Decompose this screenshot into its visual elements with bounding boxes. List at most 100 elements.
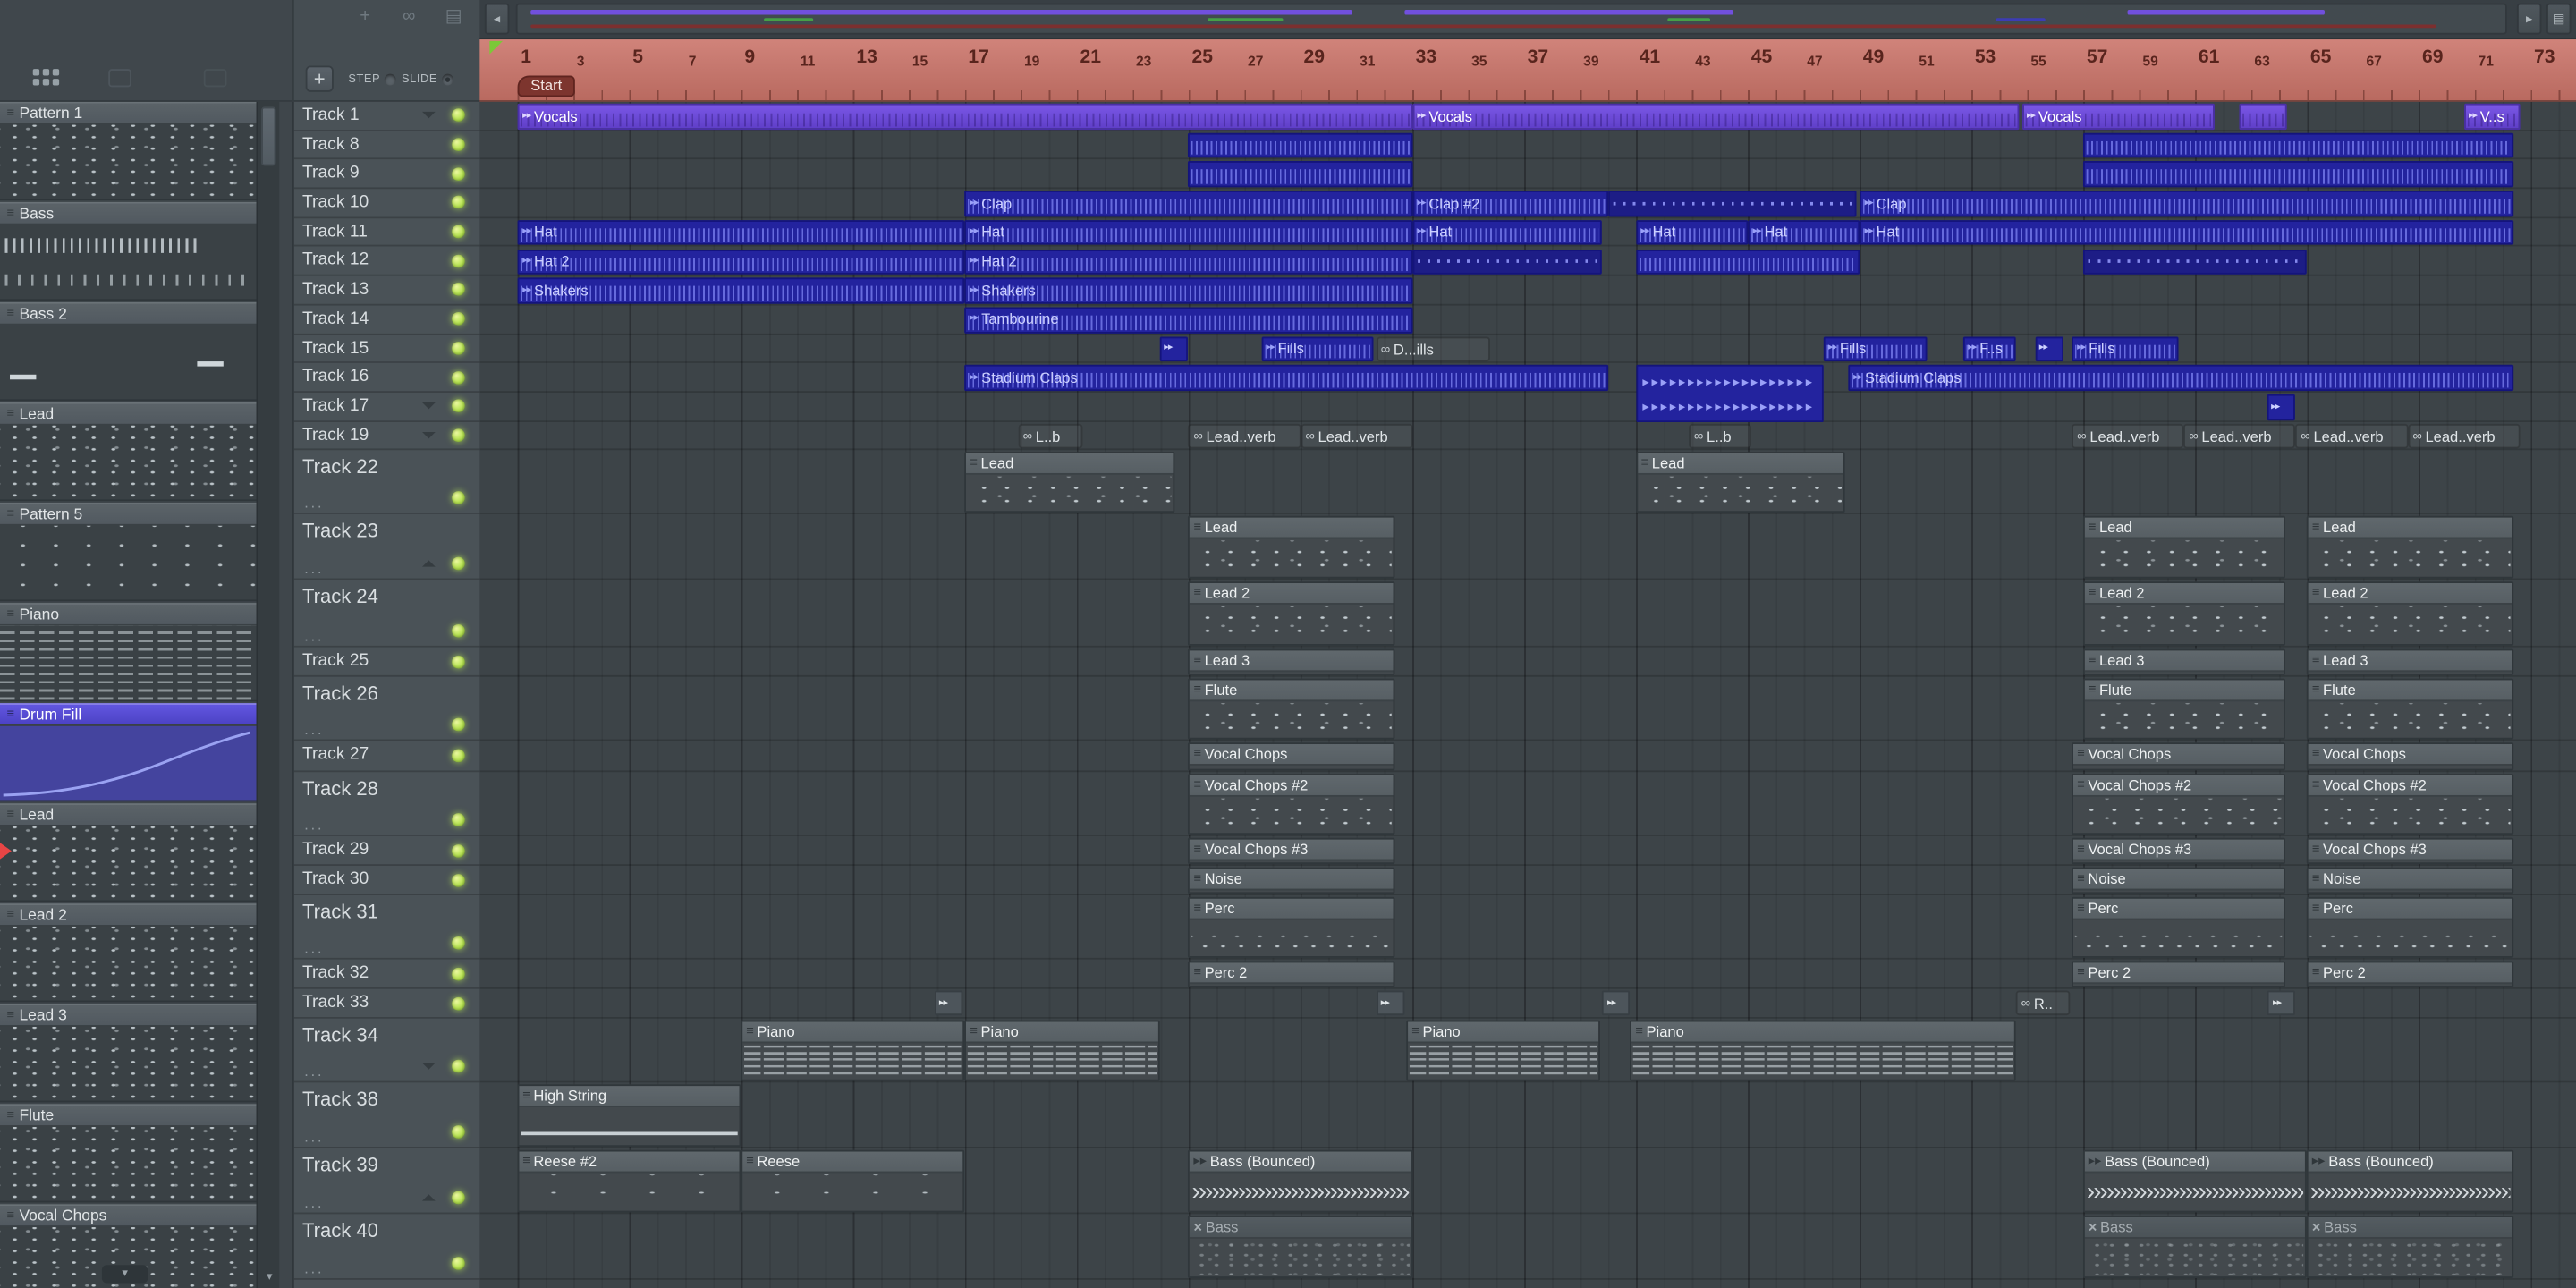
clip-bass[interactable]: × Bass	[1188, 1216, 1412, 1279]
clip-l-b[interactable]: ∞ L..b	[1018, 423, 1083, 448]
clip-flute[interactable]: ≡ Flute	[2307, 679, 2514, 741]
clip-fills[interactable]: ▸▸ Fills	[1261, 335, 1374, 362]
scroll-right-button[interactable]: ▸	[2516, 3, 2542, 35]
clip-bass-bounced[interactable]: ▸▸ Bass (Bounced) ››››››››››››››››››››››››…	[1188, 1150, 1412, 1214]
track-header[interactable]: Track 1	[293, 102, 480, 131]
clip-stadium-claps[interactable]: ▸▸ Stadium Claps	[964, 365, 1608, 392]
pattern-item[interactable]: ≡ Pattern 5	[0, 503, 257, 603]
clip-vocals[interactable]: ▸▸ Vocals	[1411, 103, 2020, 130]
clip-perc-2[interactable]: ≡ Perc 2	[1188, 962, 1396, 988]
track-led[interactable]	[452, 750, 465, 763]
clip-arr2[interactable]: ▸▸▸▸▸▸▸▸▸▸▸▸▸▸▸▸▸▸▸▸▸▸▸▸▸▸▸▸▸▸▸▸▸▸▸▸▸▸▸▸	[1636, 365, 1824, 423]
pattern-item[interactable]: ≡ Bass	[0, 201, 257, 302]
clip-noise[interactable]: ≡ Noise	[2072, 868, 2285, 894]
clip-lead[interactable]: ≡ Lead	[2083, 516, 2285, 580]
grid-tool-icon[interactable]: ▤	[445, 7, 462, 26]
clip-blue[interactable]	[1188, 132, 1412, 159]
track-header[interactable]: Track 38 ···	[293, 1083, 480, 1149]
clip-hat[interactable]: ▸▸ Hat	[964, 219, 1412, 246]
track-header[interactable]: Track 17	[293, 393, 480, 422]
track-header[interactable]: Track 29	[293, 836, 480, 867]
track-header[interactable]: Track 31 ···	[293, 895, 480, 961]
clip-bluedim[interactable]	[2083, 249, 2308, 275]
track-arrow-icon[interactable]	[422, 560, 436, 568]
add-pattern-button[interactable]: +	[305, 65, 334, 92]
clip-vocal-chops[interactable]: ≡ Vocal Chops	[2307, 742, 2514, 772]
clip-marker[interactable]: ▸▸	[2267, 991, 2296, 1016]
clip-bass[interactable]: × Bass	[2307, 1216, 2514, 1279]
track-header[interactable]: Track 24 ···	[293, 580, 480, 648]
track-header[interactable]: Track 25	[293, 648, 480, 678]
clip-stadium-claps[interactable]: ▸▸ Stadium Claps	[1848, 365, 2514, 392]
pattern-item[interactable]: ≡ Pattern 1	[0, 101, 257, 202]
track-led[interactable]	[452, 196, 465, 210]
clip-shakers[interactable]: ▸▸ Shakers	[517, 277, 965, 304]
track-led[interactable]	[452, 624, 465, 639]
track-header[interactable]: Track 13	[293, 276, 480, 306]
playlist-grid[interactable]: ▸▸ Vocals ▸▸ Vocals ▸▸ Vocals ▸▸ V..s ▸▸ Clap ▸▸ Cl…	[479, 101, 2576, 1288]
clip-perc-2[interactable]: ≡ Perc 2	[2072, 962, 2285, 988]
clip-perc-2[interactable]: ≡ Perc 2	[2307, 962, 2514, 988]
clip-hat[interactable]: ▸▸ Hat	[1748, 219, 1860, 246]
clip-blue[interactable]	[2083, 161, 2514, 188]
track-arrow-icon[interactable]	[422, 431, 436, 439]
track-led[interactable]	[452, 1257, 465, 1271]
track-led[interactable]	[452, 843, 465, 858]
clip-marker[interactable]: ▸▸	[1602, 991, 1631, 1016]
track-led[interactable]	[452, 491, 465, 505]
track-led[interactable]	[452, 428, 465, 442]
pattern-item[interactable]: ≡ Lead 2	[0, 903, 257, 1004]
clip-fills[interactable]: ▸▸ Fills	[2072, 335, 2179, 362]
pattern-item[interactable]: ≡ Lead	[0, 402, 257, 503]
clip-hat[interactable]: ▸▸ Hat	[1411, 219, 1603, 246]
clip-lead-verb[interactable]: ∞ Lead..verb	[1188, 423, 1301, 448]
clip-v-s[interactable]: ▸▸ V..s	[2463, 103, 2520, 130]
pattern-grid-icon[interactable]	[32, 69, 40, 76]
clip-vocal-chops-2[interactable]: ≡ Vocal Chops #2	[1188, 774, 1396, 835]
clip-bass-bounced[interactable]: ▸▸ Bass (Bounced) ››››››››››››››››››››››››…	[2083, 1150, 2308, 1214]
clip-clap[interactable]: ▸▸ Clap	[964, 191, 1412, 217]
track-header[interactable]: Track 28 ···	[293, 773, 480, 837]
clip-reese-2[interactable]: ≡ Reese #2	[517, 1150, 741, 1214]
clip-lead-3[interactable]: ≡ Lead 3	[2083, 649, 2285, 676]
clip-d-ills[interactable]: ∞ D...ills	[1376, 335, 1491, 361]
clip-marker[interactable]: ▸▸	[934, 991, 962, 1016]
track-header[interactable]: Track 16	[293, 363, 480, 393]
track-header[interactable]: Track 11	[293, 218, 480, 248]
track-led[interactable]	[452, 1191, 465, 1205]
clip-clap[interactable]: ▸▸ Clap	[1860, 191, 2514, 217]
clip-bass-bounced[interactable]: ▸▸ Bass (Bounced) ››››››››››››››››››››››››…	[2307, 1150, 2514, 1214]
pattern-item[interactable]: ≡ Piano	[0, 603, 257, 703]
clip-blue[interactable]	[1188, 161, 1412, 188]
track-led[interactable]	[452, 655, 465, 669]
step-radio[interactable]	[385, 73, 397, 86]
track-led[interactable]	[452, 166, 465, 181]
track-led[interactable]	[452, 1060, 465, 1073]
clip-lead-2[interactable]: ≡ Lead 2	[2083, 581, 2285, 647]
clip-bmark[interactable]: ▸▸	[2267, 394, 2296, 420]
track-header[interactable]: Track 23 ···	[293, 514, 480, 580]
clip-blue[interactable]	[2083, 132, 2514, 159]
pattern-scrollbar[interactable]: ▾	[256, 101, 280, 1288]
clip-f-s[interactable]: ▸▸ F..s	[1962, 335, 2017, 362]
clip-hat[interactable]: ▸▸ Hat	[1636, 219, 1749, 246]
track-led[interactable]	[452, 1125, 465, 1140]
clip-bmark[interactable]: ▸▸	[1160, 335, 1189, 362]
link-tool-icon[interactable]: ∞	[402, 7, 415, 26]
pattern-item[interactable]: ≡ Lead 3	[0, 1004, 257, 1104]
horizontal-scrollbar[interactable]	[515, 3, 2507, 35]
clip-flute[interactable]: ≡ Flute	[1188, 679, 1396, 741]
track-header[interactable]: Track 30	[293, 866, 480, 896]
track-header[interactable]: Track 33	[293, 989, 480, 1020]
pattern-item[interactable]: ≡ Drum Fill	[0, 703, 257, 803]
playlist-menu-button[interactable]: ▤	[2546, 3, 2572, 35]
pattern-more-button[interactable]: ▾	[101, 1265, 148, 1284]
clip-lead-verb[interactable]: ∞ Lead..verb	[2407, 423, 2520, 448]
clip-piano[interactable]: ≡ Piano	[741, 1021, 965, 1082]
clip-lead-verb[interactable]: ∞ Lead..verb	[2295, 423, 2408, 448]
track-led[interactable]	[452, 996, 465, 1011]
clip-lead[interactable]: ≡ Lead	[2307, 516, 2514, 580]
track-led[interactable]	[452, 873, 465, 887]
clip-piano[interactable]: ≡ Piano	[1630, 1021, 2017, 1082]
track-header[interactable]: Track 14	[293, 305, 480, 335]
